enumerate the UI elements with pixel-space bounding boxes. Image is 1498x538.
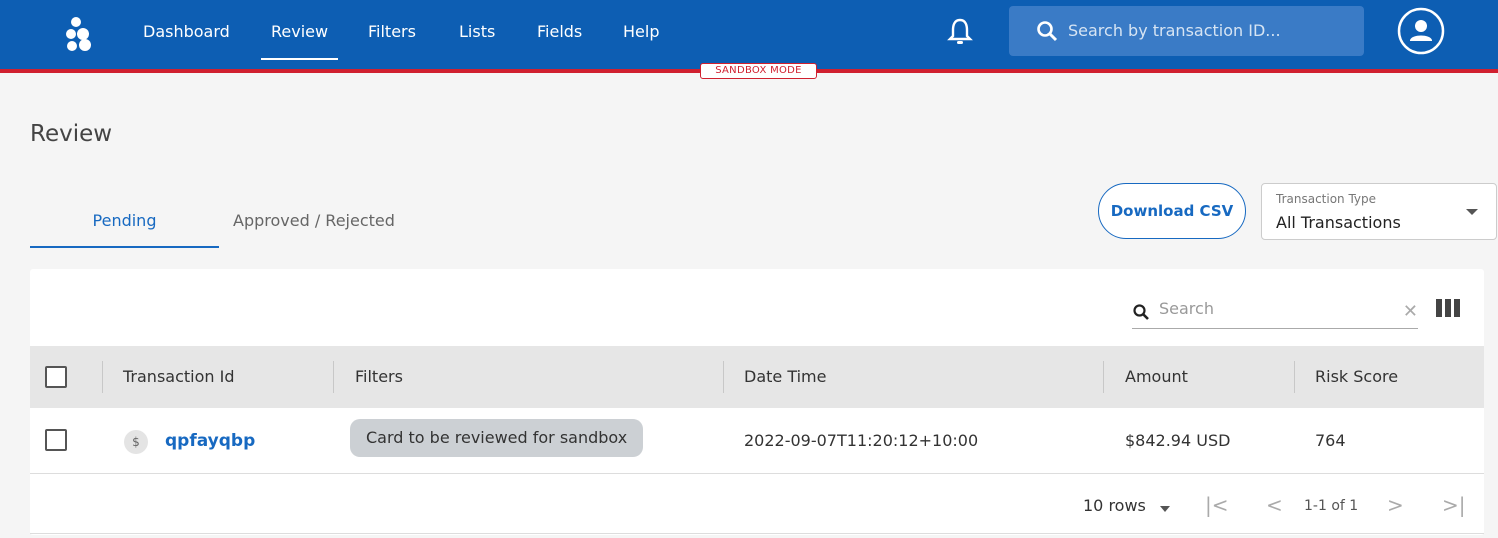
column-divider xyxy=(723,361,724,393)
nav-dashboard[interactable]: Dashboard xyxy=(143,20,230,46)
date-time-cell: 2022-09-07T11:20:12+10:00 xyxy=(744,431,979,450)
column-header-amount[interactable]: Amount xyxy=(1125,346,1188,408)
select-all-checkbox[interactable] xyxy=(45,366,67,388)
table-search-placeholder[interactable]: Search xyxy=(1159,299,1214,318)
tab-approved-rejected[interactable]: Approved / Rejected xyxy=(233,210,395,232)
column-divider xyxy=(102,361,103,393)
previous-page-icon[interactable]: < xyxy=(1266,493,1283,517)
page-range: 1-1 of 1 xyxy=(1304,498,1359,514)
search-icon xyxy=(1037,21,1058,42)
nav-review[interactable]: Review xyxy=(260,20,339,60)
search-placeholder[interactable]: Search by transaction ID... xyxy=(1068,20,1281,42)
sandbox-mode-badge: SANDBOX MODE xyxy=(700,63,817,79)
transaction-type-value[interactable]: All Transactions xyxy=(1276,213,1401,232)
column-header-risk-score[interactable]: Risk Score xyxy=(1315,346,1398,408)
pagination-bar: 10 rows |< < 1-1 of 1 > >| xyxy=(30,474,1484,534)
nav-help[interactable]: Help xyxy=(623,20,659,46)
rows-per-page-select[interactable]: 10 rows xyxy=(1083,496,1146,515)
column-divider xyxy=(333,361,334,393)
last-page-icon[interactable]: >| xyxy=(1442,493,1466,517)
row-checkbox[interactable] xyxy=(45,429,67,451)
transactions-table-card: Search ✕ Transaction Id Filters Date Tim… xyxy=(30,269,1484,535)
table-header-row: Transaction Id Filters Date Time Amount … xyxy=(30,346,1484,408)
logo-icon[interactable] xyxy=(60,14,100,54)
table-search-input[interactable]: Search ✕ xyxy=(1132,297,1418,329)
table-row[interactable]: $ qpfayqbp Card to be reviewed for sandb… xyxy=(30,408,1484,474)
chevron-down-icon[interactable] xyxy=(1160,506,1170,512)
column-header-transaction-id[interactable]: Transaction Id xyxy=(123,346,235,408)
top-navigation-bar: Dashboard Review Filters Lists Fields He… xyxy=(0,0,1498,69)
columns-icon[interactable] xyxy=(1436,299,1460,317)
column-divider xyxy=(1103,361,1104,393)
column-header-date-time[interactable]: Date Time xyxy=(744,346,826,408)
risk-score-cell: 764 xyxy=(1315,431,1346,450)
next-page-icon[interactable]: > xyxy=(1387,493,1404,517)
download-csv-button[interactable]: Download CSV xyxy=(1098,183,1246,239)
search-icon xyxy=(1133,304,1149,320)
chevron-down-icon[interactable] xyxy=(1466,209,1478,215)
transaction-id-link[interactable]: qpfayqbp xyxy=(165,408,255,474)
transaction-type-select[interactable]: Transaction Type All Transactions xyxy=(1261,183,1497,240)
bell-icon[interactable] xyxy=(946,17,974,47)
first-page-icon[interactable]: |< xyxy=(1205,493,1229,517)
transaction-type-label: Transaction Type xyxy=(1276,192,1377,206)
page-title: Review xyxy=(30,121,113,147)
transaction-search-box[interactable]: Search by transaction ID... xyxy=(1009,6,1364,56)
tab-pending[interactable]: Pending xyxy=(30,210,219,248)
nav-fields[interactable]: Fields xyxy=(537,20,582,46)
clear-icon[interactable]: ✕ xyxy=(1403,301,1418,322)
filter-chip: Card to be reviewed for sandbox xyxy=(350,419,644,457)
nav-lists[interactable]: Lists xyxy=(459,20,495,46)
column-divider xyxy=(1294,361,1295,393)
column-header-filters[interactable]: Filters xyxy=(355,346,403,408)
account-icon[interactable] xyxy=(1397,7,1445,55)
amount-cell: $842.94 USD xyxy=(1125,431,1231,450)
nav-filters[interactable]: Filters xyxy=(368,20,416,46)
currency-icon: $ xyxy=(124,430,148,454)
